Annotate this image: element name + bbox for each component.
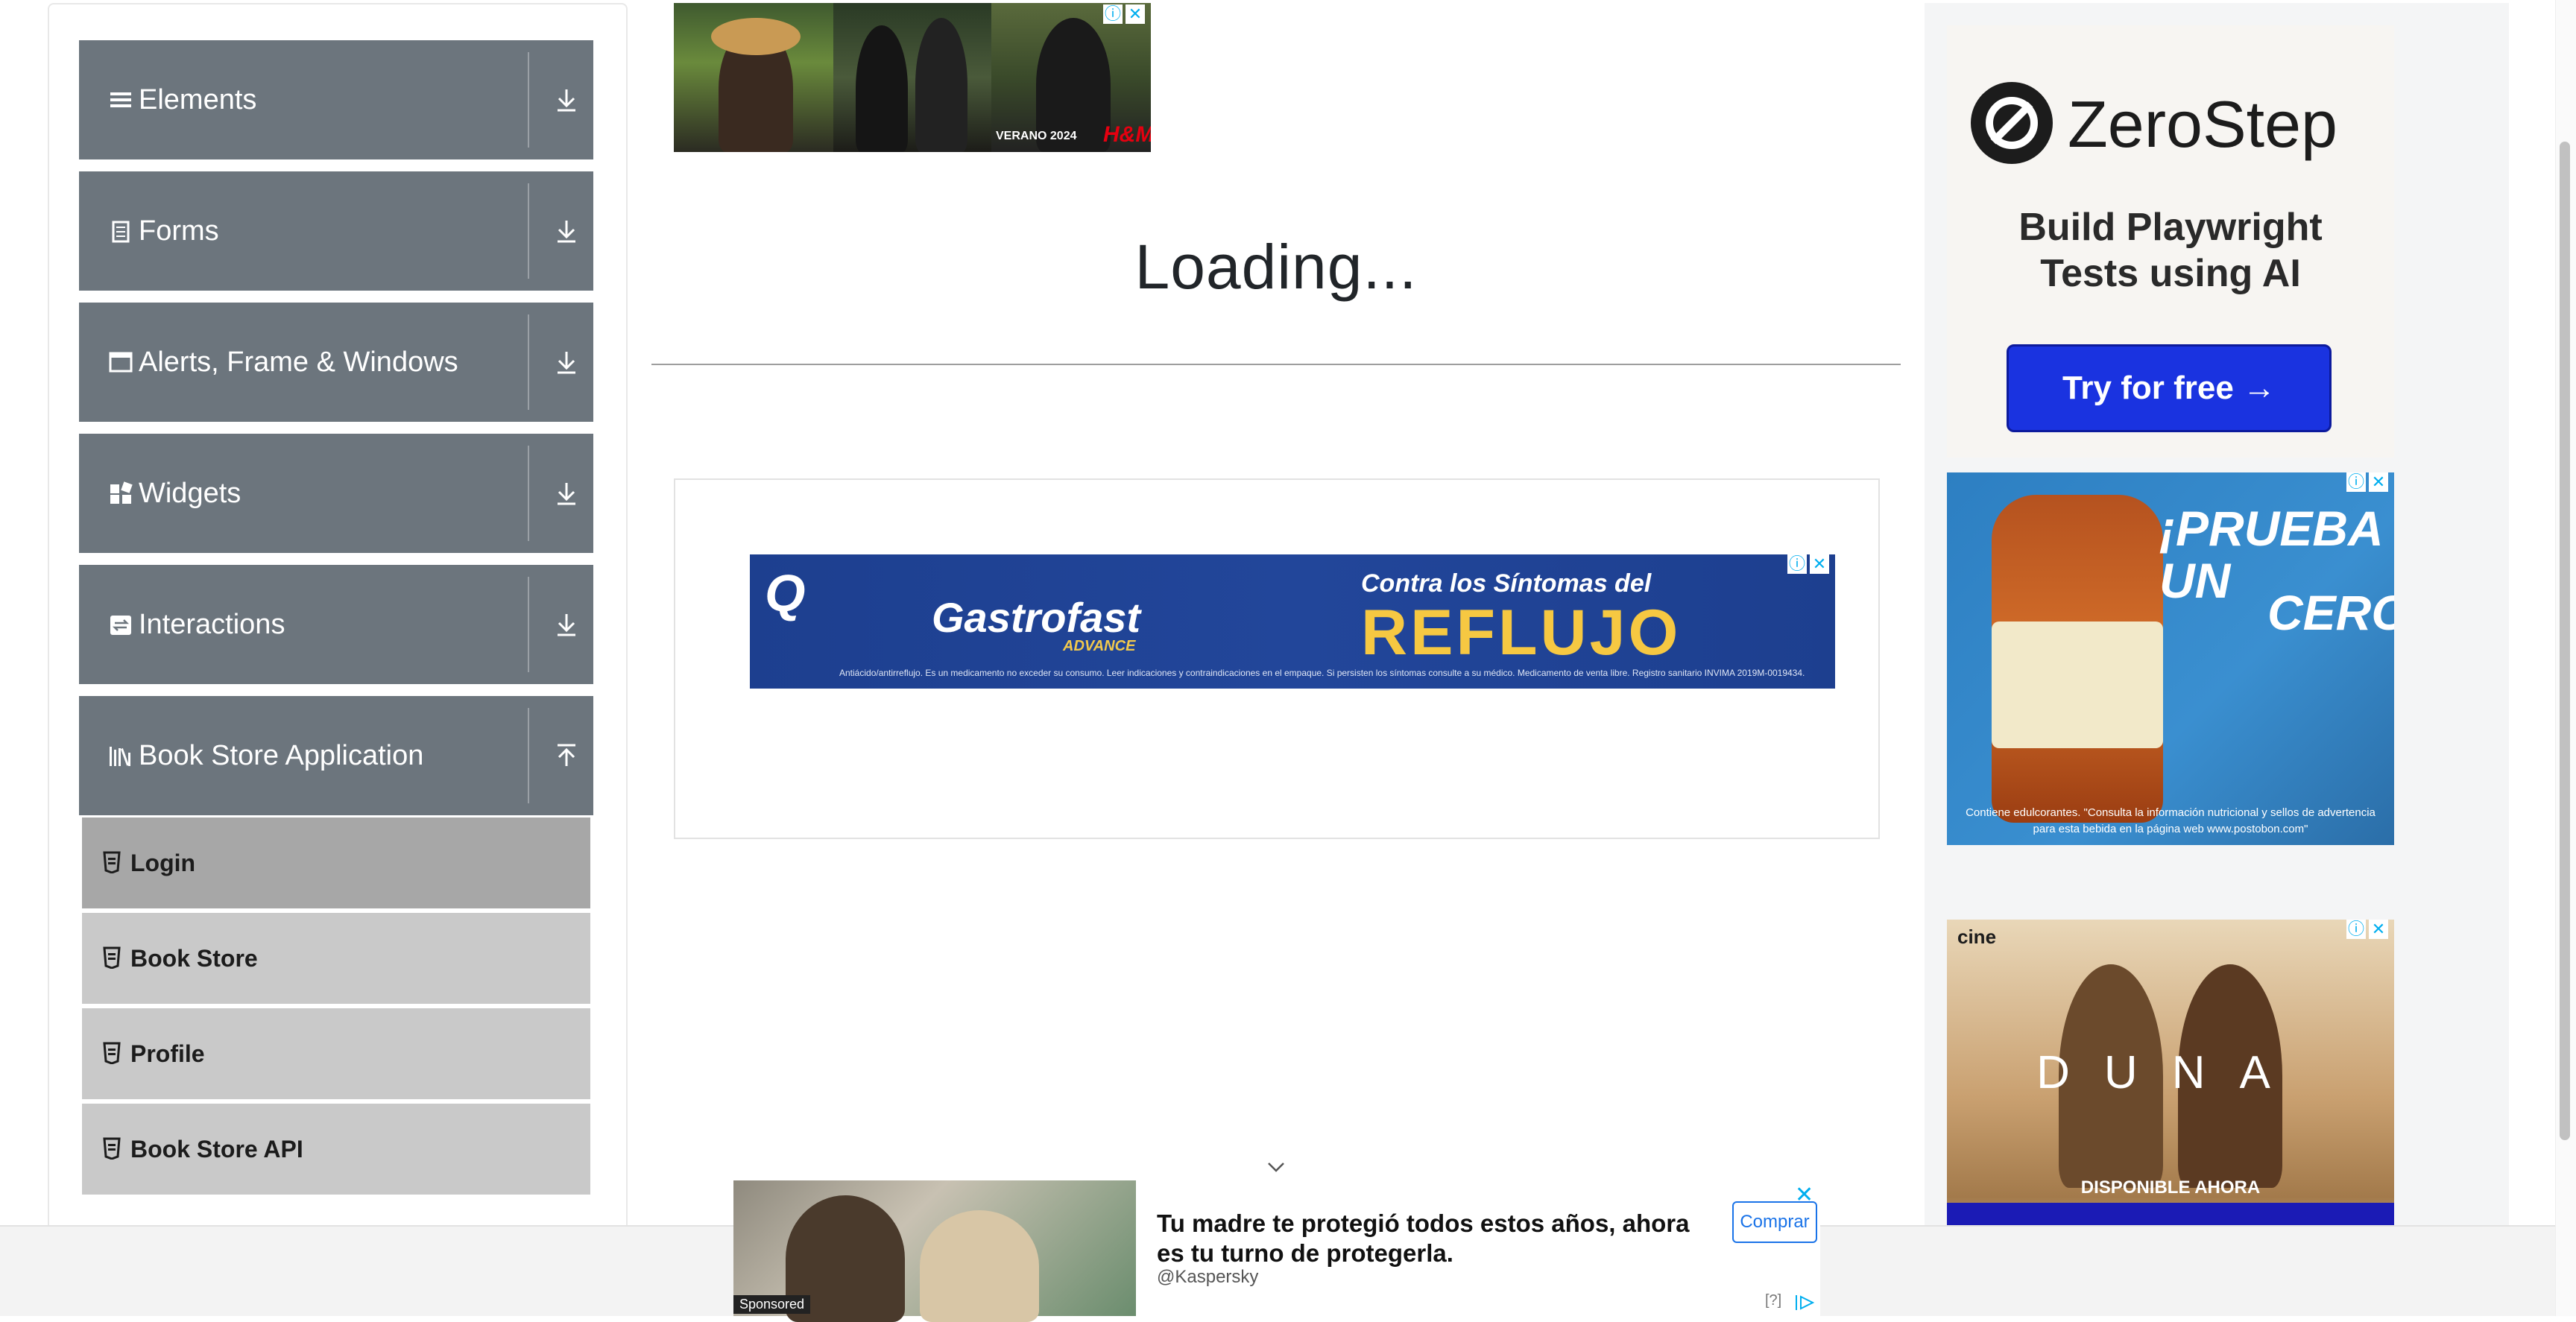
sponsored-ad[interactable]: Sponsored Tu madre te protegió todos est… [733,1180,1820,1322]
group-label: Alerts, Frame & Windows [139,347,458,378]
close-ad-icon[interactable]: ✕ [2369,920,2388,939]
ad-photo: VERANO 2024 H&M [991,3,1151,152]
ad-caption: VERANO 2024 [996,130,1077,142]
menu-item-book-store-api[interactable]: Book Store API [82,1104,590,1195]
group-forms[interactable]: Forms [79,171,593,291]
ad-tagline: Build Playwright Tests using AI [1947,204,2394,297]
ad-tagline: Contra los Síntomas del [1361,569,1652,598]
group-interactions[interactable]: Interactions [79,565,593,684]
chevron-down-icon[interactable] [1266,1157,1287,1177]
group-widgets[interactable]: Widgets [79,434,593,553]
ad-brand: Gastrofast [932,594,1141,641]
group-elements[interactable]: Elements [79,40,593,159]
ad-headline: REFLUJO [1361,597,1682,668]
divider [528,183,529,279]
group-label: Elements [139,84,257,116]
zerostep-ad[interactable]: ZeroStep Build Playwright Tests using AI… [1947,25,2394,458]
cinemex-logo: cine [1957,926,1997,948]
html-icon [103,1042,121,1064]
close-ad-icon[interactable]: ✕ [1810,554,1829,574]
expand-icon[interactable] [552,85,581,115]
window-icon [109,352,133,373]
hamburger-icon [110,92,131,107]
title-divider [651,364,1901,365]
divider [528,446,529,541]
close-ad-icon[interactable]: ✕ [1126,4,1145,24]
widgets-icon [110,481,133,504]
collapse-icon[interactable] [552,741,581,771]
expand-icon[interactable] [552,216,581,246]
form-icon [112,221,130,243]
adchoices-icon[interactable]: ⓘ [1103,4,1123,24]
html-icon [103,1137,121,1160]
page-title: Loading... [1134,232,1418,302]
zerostep-logo-icon [1971,82,2053,164]
expand-icon[interactable] [552,478,581,508]
menu-item-label: Book Store API [130,1136,303,1163]
divider [528,708,529,803]
divider [528,52,529,148]
hm-logo: H&M [1103,122,1151,147]
menu-item-label: Profile [130,1040,205,1067]
ad-brand-sub: ADVANCE [1063,638,1136,654]
html-icon [103,946,121,969]
html-icon [103,851,121,873]
sponsored-label: Sponsored [733,1295,811,1314]
expand-icon[interactable] [552,610,581,639]
divider [528,577,529,672]
ad-brand: ZeroStep [2068,87,2337,161]
mr-tea-ad[interactable]: ¡PRUEBA UN CERO Contiene edulcorantes. "… [1947,472,2394,845]
adchoices-icon[interactable]: ⓘ [2346,472,2366,492]
group-label: Book Store Application [139,740,424,771]
interactions-icon [110,616,131,635]
ad-photo [674,3,833,152]
ad-advertiser: @Kaspersky [1157,1267,1259,1287]
availability-text: DISPONIBLE AHORA [2080,1177,2261,1198]
ad-help-link[interactable]: [?] [1765,1292,1781,1309]
close-ad-icon[interactable]: ✕ [1795,1182,1813,1208]
ad-fine-print: Contiene edulcorantes. "Consulta la info… [1966,806,2375,835]
ad-fine-print: Antiácido/antirreflujo. Es un medicament… [839,668,1805,678]
adchoices-icon[interactable]: ⓘ [2346,920,2366,939]
menu-item-label: Login [130,850,196,876]
group-book-store-application[interactable]: Book Store Application [79,696,593,815]
scrollbar-thumb[interactable] [2560,142,2570,1140]
ad-photo [833,3,991,152]
gastrofast-ad-banner[interactable]: Q Gastrofast ADVANCE Contra los Síntomas… [750,554,1835,689]
adchoices-icon[interactable]: ⓘ [1787,554,1807,574]
group-alerts-frame-windows[interactable]: Alerts, Frame & Windows [79,303,593,422]
ad-headline-2: CERO [2267,585,2394,640]
ad-headline: Tu madre te protegió todos estos años, a… [1157,1209,1690,1267]
menu-item-login[interactable]: Login [82,817,590,908]
expand-icon[interactable] [552,347,581,377]
adchoices-icon[interactable] [1793,1294,1816,1312]
menu-item-profile[interactable]: Profile [82,1008,590,1099]
group-label: Widgets [139,478,242,509]
close-ad-icon[interactable]: ✕ [2369,472,2388,492]
top-ad-banner[interactable]: VERANO 2024 H&M ⓘ ✕ [674,3,1151,152]
ad-tagline-line: Tests using AI [2040,252,2301,295]
bottle-label [1992,622,2163,748]
group-label: Forms [139,215,219,247]
menu-item-book-store[interactable]: Book Store [82,913,590,1004]
menu-item-label: Book Store [130,945,258,972]
try-for-free-button[interactable]: Try for free → [2007,344,2332,432]
books-icon [110,747,130,766]
divider [528,314,529,410]
group-label: Interactions [139,609,285,640]
tecnoquimicas-logo: Q [765,564,806,622]
movie-title: DUNA [2036,1047,2305,1098]
ad-tagline-line: Build Playwright [2018,206,2323,249]
